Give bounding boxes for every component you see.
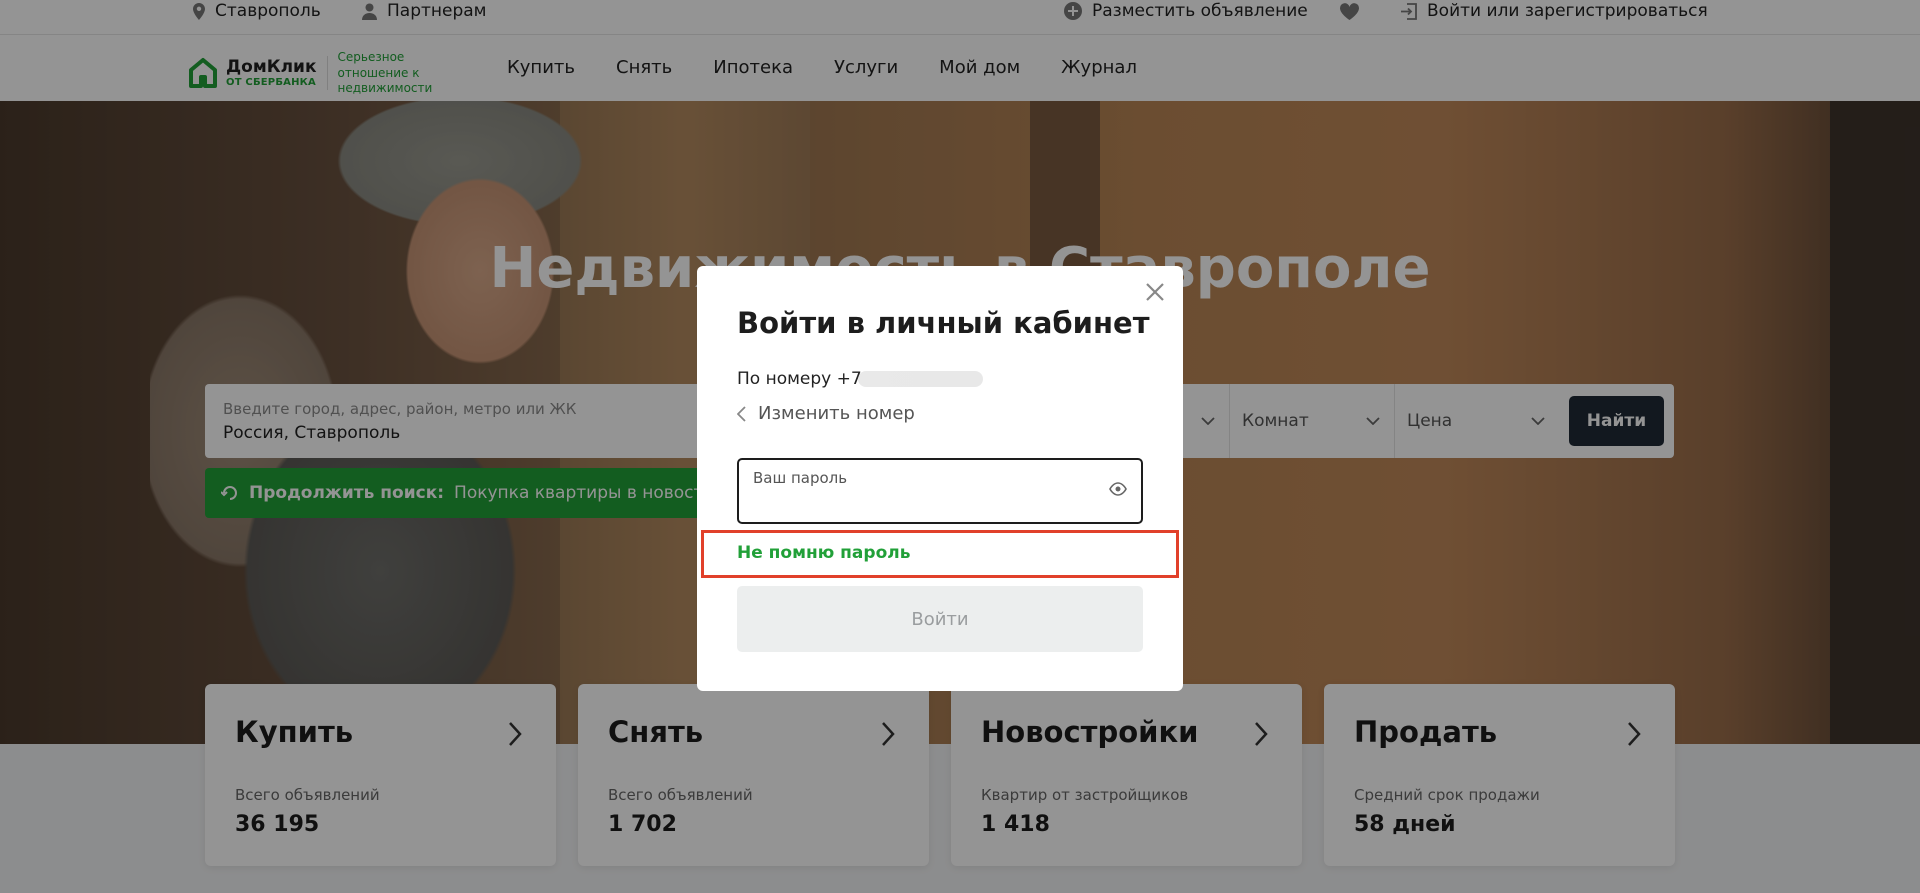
change-number-label: Изменить номер	[758, 403, 915, 424]
login-modal: Войти в личный кабинет По номеру +7 Изме…	[697, 266, 1183, 691]
modal-title: Войти в личный кабинет	[737, 306, 1150, 340]
password-label: Ваш пароль	[753, 469, 848, 487]
close-icon[interactable]	[1143, 280, 1167, 304]
phone-number-line: По номеру +7	[737, 369, 983, 389]
password-input[interactable]: Ваш пароль	[737, 458, 1143, 524]
change-number-link[interactable]: Изменить номер	[737, 403, 915, 424]
show-password-eye-icon[interactable]	[1109, 482, 1127, 496]
forgot-password-link[interactable]: Не помню пароль	[737, 543, 910, 563]
phone-prefix: По номеру +7	[737, 369, 862, 389]
login-submit-button[interactable]: Войти	[737, 586, 1143, 652]
chevron-left-icon	[737, 405, 746, 422]
redacted-phone-number	[857, 371, 983, 387]
